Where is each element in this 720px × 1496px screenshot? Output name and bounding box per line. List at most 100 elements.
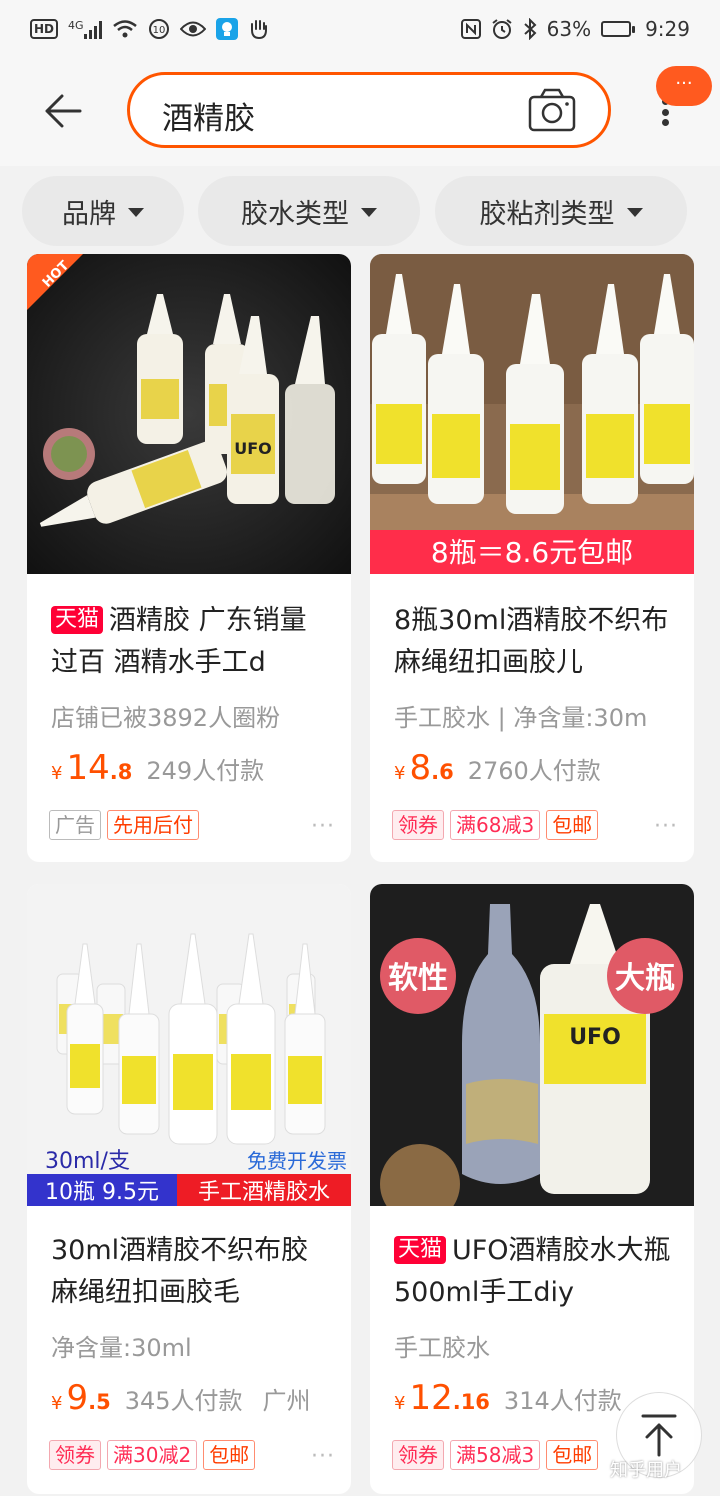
back-arrow-icon: [45, 94, 82, 128]
wifi-icon: [112, 20, 137, 38]
sales-count: 314人付款: [503, 1387, 622, 1415]
price-decimal: .6: [431, 760, 454, 784]
card-more-button[interactable]: ···: [311, 1444, 335, 1469]
price-row: ¥9.5 345人付款 广州: [51, 1378, 311, 1418]
back-button[interactable]: [40, 88, 86, 134]
price-integer: 8: [409, 748, 432, 788]
price-integer: 9: [66, 1378, 89, 1418]
filter-chip-brand[interactable]: 品牌: [22, 176, 184, 246]
price-row: ¥12.16 314人付款: [394, 1378, 622, 1418]
filter-chip-label: 胶水类型: [241, 198, 349, 230]
tag-row: 领券 满68减3 包邮: [392, 810, 599, 840]
product-title[interactable]: 天猫 酒精胶 广东销量过百 酒精水手工d: [51, 600, 333, 684]
tmall-badge: 天猫: [394, 1236, 447, 1264]
signal-icon: [83, 19, 102, 39]
filter-chip-label: 胶粘剂类型: [479, 198, 615, 230]
message-badge[interactable]: ···: [656, 66, 712, 106]
watermark: 知乎用户: [610, 1460, 682, 1481]
product-title[interactable]: 30ml酒精胶不织布胶麻绳纽扣画胶毛: [51, 1230, 333, 1314]
filter-bar: 品牌 胶水类型 胶粘剂类型: [0, 166, 720, 254]
currency-symbol: ¥: [51, 1393, 63, 1414]
status-bar-left: HD 4G 10: [30, 18, 270, 40]
more-dot: [661, 108, 669, 116]
product-card[interactable]: UFO HOT 天猫 酒精胶 广东销量过百 酒精水手工d 店铺已被3892人圈粉 …: [27, 254, 351, 862]
filter-chip-glue-type[interactable]: 胶水类型: [198, 176, 420, 246]
price-row: ¥8.6 2760人付款: [394, 748, 601, 788]
status-bar: HD 4G 10 63% 9:29: [0, 0, 720, 58]
product-subtitle: 手工胶水: [394, 1334, 490, 1362]
product-subtitle: 净含量:30ml: [51, 1334, 192, 1362]
clock: 9:29: [645, 17, 690, 41]
free-shipping-tag: 包邮: [546, 810, 599, 840]
lightbulb-app-icon: [215, 18, 238, 40]
product-title[interactable]: 8瓶30ml酒精胶不织布麻绳纽扣画胶儿: [394, 600, 676, 684]
filter-chip-adhesive-type[interactable]: 胶粘剂类型: [435, 176, 687, 246]
search-query: 酒精胶: [162, 101, 255, 137]
currency-symbol: ¥: [394, 1393, 406, 1414]
ad-tag: 广告: [49, 810, 101, 840]
glue-bottles-photo: UFO HOT: [27, 254, 351, 574]
sales-count: 345人付款: [124, 1387, 243, 1415]
price-decimal: .16: [452, 1390, 490, 1414]
dropdown-triangle-icon: [361, 207, 377, 217]
location: 广州: [262, 1387, 311, 1415]
coupon-tag: 领券: [392, 810, 444, 840]
price-integer: 14: [66, 748, 110, 788]
product-card[interactable]: 8瓶＝8.6元包邮 8瓶30ml酒精胶不织布麻绳纽扣画胶儿 手工胶水 | 净含量…: [370, 254, 694, 862]
filter-chip-label: 品牌: [62, 198, 116, 230]
product-image[interactable]: UFO 软性 大瓶: [370, 884, 694, 1206]
eye-icon: [179, 21, 206, 37]
coupon-tag: 领券: [392, 1440, 444, 1470]
price-decimal: .8: [109, 760, 133, 784]
price-decimal: .5: [88, 1390, 111, 1414]
data-saver-icon: 10: [148, 19, 169, 39]
product-image[interactable]: 30ml/支 免费开发票 10瓶 9.5元 手工酒精胶水: [27, 884, 351, 1206]
glue-bottle-photo: UFO 软性 大瓶: [370, 884, 694, 1206]
discount-tag: 满68减3: [450, 810, 541, 840]
coupon-tag: 领券: [49, 1440, 101, 1470]
product-card[interactable]: 30ml/支 免费开发票 10瓶 9.5元 手工酒精胶水 30ml酒精胶不织布胶…: [27, 884, 351, 1494]
product-subtitle: 店铺已被3892人圈粉: [51, 704, 281, 732]
image-label-name: 手工酒精胶水: [198, 1180, 330, 1205]
network-type: 4G: [68, 19, 102, 39]
pay-later-tag: 先用后付: [107, 810, 199, 840]
image-label-big: 大瓶: [615, 961, 675, 996]
price-row: ¥14.8 249人付款: [51, 748, 264, 788]
hand-icon: [250, 20, 267, 40]
hd-badge: HD: [30, 19, 59, 39]
bluetooth-icon: [523, 18, 537, 40]
dropdown-triangle-icon: [128, 207, 144, 217]
alarm-icon: [492, 19, 512, 39]
discount-tag: 满30减2: [107, 1440, 198, 1470]
product-image[interactable]: UFO HOT: [27, 254, 351, 574]
image-label-invoice: 免费开发票: [247, 1149, 347, 1173]
camera-icon: [528, 88, 576, 132]
tag-row: 领券 满58减3 包邮: [392, 1440, 599, 1470]
battery-icon: [601, 21, 636, 37]
sales-count: 2760人付款: [467, 757, 601, 785]
search-header: 酒精胶 ···: [0, 58, 720, 166]
price-integer: 12: [409, 1378, 453, 1418]
svg-text:10: 10: [152, 25, 165, 36]
product-title[interactable]: 天猫 UFO酒精胶水大瓶500ml手工diy: [394, 1230, 676, 1314]
discount-tag: 满58减3: [450, 1440, 541, 1470]
card-more-button[interactable]: ···: [311, 814, 335, 839]
free-shipping-tag: 包邮: [546, 1440, 599, 1470]
product-image[interactable]: 8瓶＝8.6元包邮: [370, 254, 694, 574]
arrow-up-icon: [641, 1414, 677, 1457]
card-more-button[interactable]: ···: [654, 814, 678, 839]
svg-text:UFO: UFO: [234, 439, 272, 458]
search-input[interactable]: 酒精胶: [127, 72, 611, 148]
promo-banner: 8瓶＝8.6元包邮: [431, 536, 633, 569]
currency-symbol: ¥: [394, 763, 406, 784]
currency-symbol: ¥: [51, 763, 63, 784]
tag-row: 广告 先用后付: [49, 810, 199, 840]
product-subtitle: 手工胶水 | 净含量:30m: [394, 704, 648, 732]
tmall-badge: 天猫: [51, 606, 104, 634]
dropdown-triangle-icon: [626, 207, 643, 217]
free-shipping-tag: 包邮: [203, 1440, 256, 1470]
glue-bottles-photo: 8瓶＝8.6元包邮: [370, 254, 694, 574]
camera-search-button[interactable]: [528, 87, 576, 133]
svg-text:UFO: UFO: [569, 1025, 621, 1050]
status-bar-right: 63% 9:29: [460, 17, 690, 41]
